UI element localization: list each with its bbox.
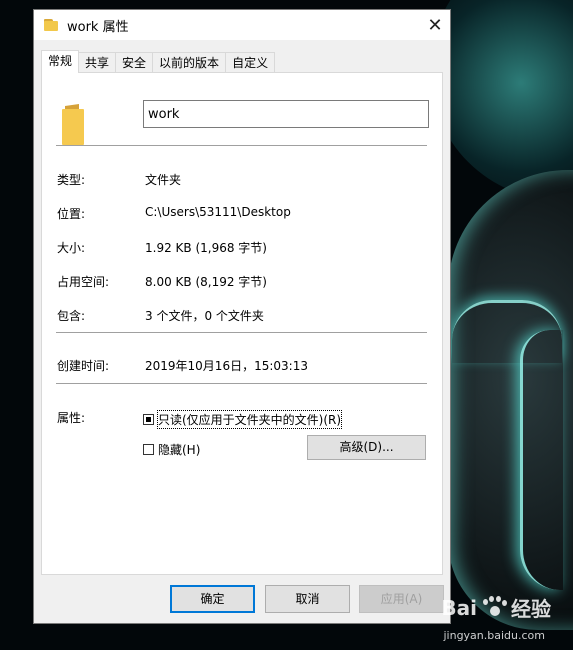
readonly-option[interactable]: 只读(仅应用于文件夹中的文件)(R) — [143, 410, 343, 429]
separator — [56, 332, 427, 333]
created-label: 创建时间: — [57, 359, 110, 373]
readonly-checkbox[interactable] — [143, 414, 154, 425]
advanced-button[interactable]: 高级(D)... — [307, 435, 426, 460]
size-label: 大小: — [57, 241, 86, 255]
readonly-checkbox-label[interactable]: 只读(仅应用于文件夹中的文件)(R) — [156, 410, 343, 429]
hidden-option[interactable]: 隐藏(H) — [143, 441, 200, 458]
folder-icon — [44, 19, 58, 31]
created-value: 2019年10月16日，15:03:13 — [145, 359, 308, 373]
hidden-checkbox-label[interactable]: 隐藏(H) — [158, 441, 200, 458]
tab-general[interactable]: 常规 — [41, 50, 80, 73]
tab-previous-versions[interactable]: 以前的版本 — [152, 52, 227, 73]
ok-button[interactable]: 确定 — [170, 585, 255, 613]
tab-customize[interactable]: 自定义 — [225, 52, 276, 73]
window-title: work 属性 — [67, 19, 129, 35]
type-label: 类型: — [57, 173, 86, 187]
paw-logo-icon — [481, 595, 507, 620]
contains-value: 3 个文件，0 个文件夹 — [145, 309, 264, 323]
apply-button[interactable]: 应用(A) — [359, 585, 444, 613]
close-button[interactable]: ✕ — [420, 10, 450, 40]
size-on-disk-label: 占用空间: — [57, 275, 110, 289]
tab-security[interactable]: 安全 — [115, 52, 154, 73]
attributes-label: 属性: — [57, 411, 86, 425]
contains-label: 包含: — [57, 309, 86, 323]
size-value: 1.92 KB (1,968 字节) — [145, 241, 267, 255]
tab-strip: 常规 共享 安全 以前的版本 自定义 — [41, 50, 276, 73]
folder-name-input[interactable] — [143, 100, 429, 128]
watermark-brand-left: Bai — [441, 595, 477, 620]
separator — [56, 145, 427, 146]
properties-dialog: work 属性 ✕ 常规 共享 安全 以前的版本 自定义 类型: 文件夹 位置:… — [33, 9, 451, 624]
size-on-disk-value: 8.00 KB (8,192 字节) — [145, 275, 267, 289]
wallpaper-helmet-rim — [520, 330, 563, 590]
type-value: 文件夹 — [145, 173, 182, 187]
close-icon: ✕ — [427, 14, 443, 36]
hidden-checkbox[interactable] — [143, 444, 154, 455]
watermark-url: jingyan.baidu.com — [443, 629, 545, 642]
separator — [56, 383, 427, 384]
tab-sharing[interactable]: 共享 — [78, 52, 117, 73]
title-bar[interactable]: work 属性 ✕ — [34, 10, 450, 40]
cancel-button[interactable]: 取消 — [265, 585, 350, 613]
baidu-watermark: Bai 经验 — [441, 593, 551, 622]
general-tab-panel: 类型: 文件夹 位置: C:\Users\53111\Desktop 大小: 1… — [41, 72, 443, 575]
folder-large-icon — [62, 104, 86, 145]
location-label: 位置: — [57, 207, 86, 221]
location-value: C:\Users\53111\Desktop — [145, 205, 291, 219]
watermark-brand-right: 经验 — [511, 597, 551, 621]
